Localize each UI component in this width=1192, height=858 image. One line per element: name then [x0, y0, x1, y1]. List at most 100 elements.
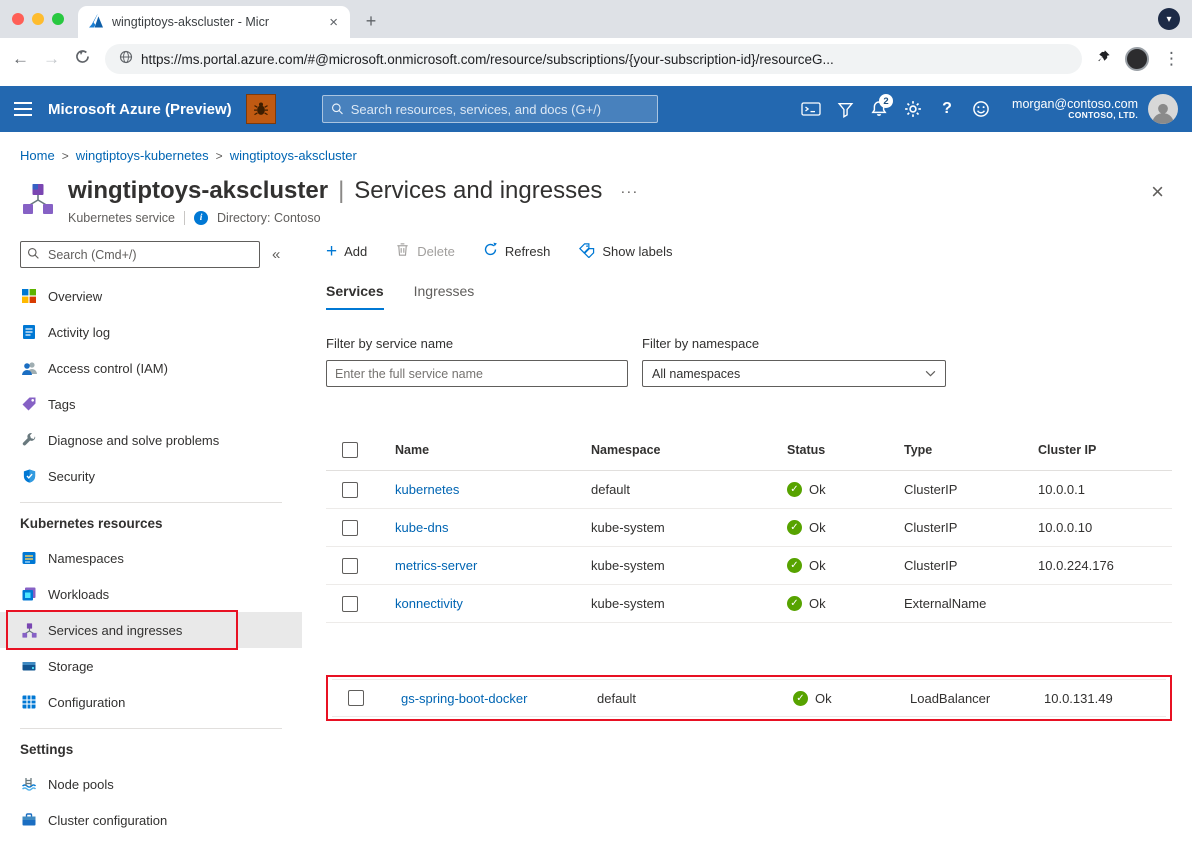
help-icon[interactable]: ?	[930, 92, 964, 126]
browser-navigation-bar: ← → ⋮	[0, 38, 1192, 80]
macos-traffic-lights	[12, 13, 64, 25]
zoom-window-button[interactable]	[52, 13, 64, 25]
sidebar-item-configuration[interactable]: Configuration	[0, 684, 302, 720]
sidebar-item-namespaces[interactable]: Namespaces	[0, 540, 302, 576]
service-name-filter-input[interactable]	[326, 360, 628, 387]
collapse-sidebar-icon[interactable]: «	[272, 246, 280, 263]
new-tab-button[interactable]: +	[358, 8, 384, 34]
status-ok-icon: ✓	[787, 482, 802, 497]
service-name-link[interactable]: kubernetes	[395, 482, 591, 497]
sidebar-item-activity-log[interactable]: Activity log	[0, 314, 302, 350]
sidebar-item-security[interactable]: Security	[0, 458, 302, 494]
forward-icon[interactable]: →	[43, 49, 60, 69]
global-search-input[interactable]	[351, 102, 649, 117]
resource-type-label: Kubernetes service	[68, 211, 175, 225]
overview-icon	[20, 287, 38, 305]
namespace-filter-label: Filter by namespace	[642, 336, 946, 351]
reload-icon[interactable]	[74, 48, 91, 70]
settings-gear-icon[interactable]	[896, 92, 930, 126]
sidebar-item-node-pools[interactable]: Node pools	[0, 766, 302, 802]
more-actions-icon[interactable]: ···	[620, 183, 638, 200]
add-button[interactable]: + Add	[326, 242, 367, 261]
services-ingresses-icon	[20, 621, 38, 639]
feedback-smiley-icon[interactable]	[964, 92, 998, 126]
row-checkbox[interactable]	[342, 520, 358, 536]
workloads-icon	[20, 585, 38, 603]
column-header-status[interactable]: Status	[787, 443, 904, 457]
table-row-highlighted: gs-spring-boot-docker default ✓Ok LoadBa…	[332, 679, 1166, 717]
column-header-cluster-ip[interactable]: Cluster IP	[1038, 443, 1172, 457]
sidebar-item-storage[interactable]: Storage	[0, 648, 302, 684]
browser-profile-avatar[interactable]	[1125, 47, 1149, 71]
cloud-shell-icon[interactable]	[794, 92, 828, 126]
browser-kebab-menu-icon[interactable]: ⋮	[1163, 49, 1180, 69]
status-text: Ok	[809, 558, 826, 573]
column-header-name[interactable]: Name	[395, 443, 591, 457]
table-row: metrics-server kube-system ✓Ok ClusterIP…	[326, 547, 1172, 585]
sidebar-item-workloads[interactable]: Workloads	[0, 576, 302, 612]
sidebar-section-settings: Settings	[0, 729, 302, 766]
service-name-link[interactable]: metrics-server	[395, 558, 591, 573]
show-labels-button[interactable]: Show labels	[578, 242, 672, 261]
breadcrumb-resource-group[interactable]: wingtiptoys-kubernetes	[76, 148, 209, 163]
sidebar-item-label: Cluster configuration	[48, 813, 167, 828]
row-checkbox[interactable]	[342, 558, 358, 574]
sidebar-item-services-and-ingresses[interactable]: Services and ingresses	[0, 612, 302, 648]
refresh-button[interactable]: Refresh	[483, 242, 551, 260]
breadcrumb: Home > wingtiptoys-kubernetes > wingtipt…	[0, 132, 1192, 173]
resource-menu-sidebar: « Overview Activity log Access control (…	[0, 231, 302, 838]
breadcrumb-cluster[interactable]: wingtiptoys-akscluster	[230, 148, 357, 163]
service-name-link[interactable]: kube-dns	[395, 520, 591, 535]
status-text: Ok	[809, 482, 826, 497]
service-name-link[interactable]: konnectivity	[395, 596, 591, 611]
pinned-extension-icon[interactable]	[1096, 49, 1111, 69]
filter-bar: Filter by service name Filter by namespa…	[326, 336, 1172, 387]
hamburger-menu-icon[interactable]	[14, 102, 32, 116]
sidebar-item-cluster-configuration[interactable]: Cluster configuration	[0, 802, 302, 838]
sidebar-item-diagnose[interactable]: Diagnose and solve problems	[0, 422, 302, 458]
service-name-link[interactable]: gs-spring-boot-docker	[401, 691, 597, 706]
tab-ingresses[interactable]: Ingresses	[414, 283, 475, 310]
browser-chrome-menu-button[interactable]: ▾	[1158, 8, 1180, 30]
close-blade-icon[interactable]: ×	[1143, 177, 1172, 207]
site-info-globe-icon[interactable]	[119, 50, 133, 69]
storage-icon	[20, 657, 38, 675]
directory-subscription-filter-icon[interactable]	[828, 92, 862, 126]
row-checkbox[interactable]	[342, 482, 358, 498]
status-ok-icon: ✓	[793, 691, 808, 706]
breadcrumb-separator-icon: >	[62, 149, 69, 163]
sidebar-item-label: Node pools	[48, 777, 114, 792]
sidebar-item-label: Storage	[48, 659, 94, 674]
table-header-row: Name Namespace Status Type Cluster IP	[326, 429, 1172, 471]
close-window-button[interactable]	[12, 13, 24, 25]
sidebar-item-overview[interactable]: Overview	[0, 278, 302, 314]
account-info[interactable]: morgan@contoso.com CONTOSO, LTD.	[1012, 97, 1138, 121]
global-search-box[interactable]	[322, 95, 658, 123]
column-header-type[interactable]: Type	[904, 443, 1038, 457]
bug-report-icon[interactable]	[246, 94, 276, 124]
sidebar-item-access-control[interactable]: Access control (IAM)	[0, 350, 302, 386]
kubernetes-service-icon	[20, 181, 56, 222]
sidebar-item-tags[interactable]: Tags	[0, 386, 302, 422]
delete-button[interactable]: Delete	[395, 242, 455, 260]
active-browser-tab[interactable]: wingtiptoys-akscluster - Micr ×	[78, 6, 350, 38]
directory-label: Directory: Contoso	[217, 211, 321, 225]
sidebar-search-input[interactable]	[20, 241, 260, 268]
tab-services[interactable]: Services	[326, 283, 384, 310]
tab-close-icon[interactable]: ×	[327, 14, 340, 31]
url-input[interactable]	[141, 52, 1068, 67]
row-checkbox[interactable]	[348, 690, 364, 706]
user-avatar[interactable]	[1148, 94, 1178, 124]
breadcrumb-home[interactable]: Home	[20, 148, 55, 163]
namespace-filter-dropdown[interactable]: All namespaces	[642, 360, 946, 387]
sidebar-section-kubernetes-resources: Kubernetes resources	[0, 503, 302, 540]
row-checkbox[interactable]	[342, 596, 358, 612]
back-icon[interactable]: ←	[12, 49, 29, 69]
column-header-namespace[interactable]: Namespace	[591, 443, 787, 457]
minimize-window-button[interactable]	[32, 13, 44, 25]
notifications-bell-icon[interactable]: 2	[862, 92, 896, 126]
table-row: kubernetes default ✓Ok ClusterIP 10.0.0.…	[326, 471, 1172, 509]
address-bar[interactable]	[105, 44, 1082, 74]
select-all-checkbox[interactable]	[342, 442, 358, 458]
page-title: wingtiptoys-akscluster	[68, 177, 328, 205]
